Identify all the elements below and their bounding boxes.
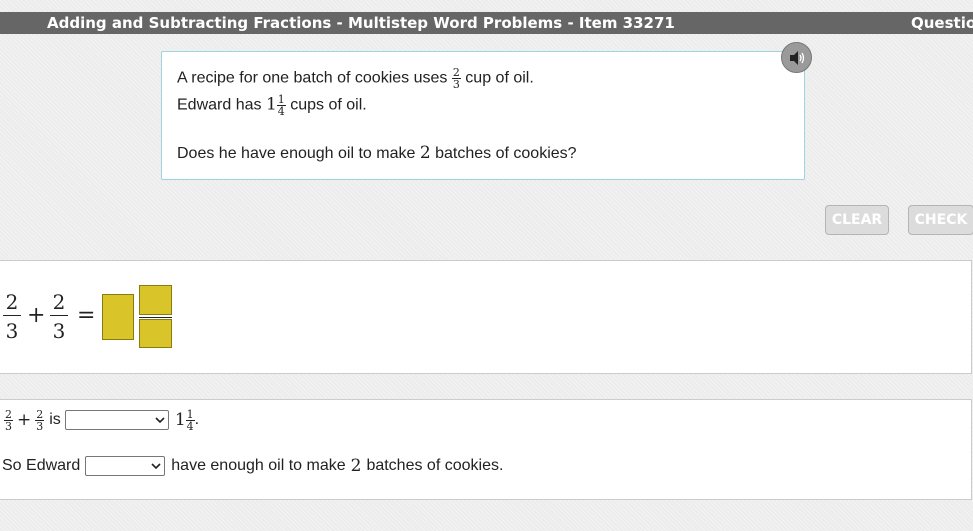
is-text: is xyxy=(49,411,61,428)
fraction-two-thirds: 2 3 xyxy=(451,67,461,91)
mixed-whole: 1 xyxy=(174,410,186,430)
period: . xyxy=(194,411,200,428)
speaker-icon xyxy=(789,50,804,65)
denominator-answer-box[interactable] xyxy=(139,319,172,348)
comparison-panel: 2 3 + 2 3 is 1 1 4 . So Edward have enou… xyxy=(0,399,972,500)
plus-sign: + xyxy=(27,303,46,328)
equals-sign: = xyxy=(77,303,96,328)
audio-button[interactable] xyxy=(781,42,812,73)
problem-text: Edward has xyxy=(177,96,262,114)
numerator: 2 xyxy=(4,407,13,421)
conclusion-select[interactable] xyxy=(85,456,166,476)
comparison-fraction-2: 2 3 xyxy=(35,407,45,433)
whole-number-answer-box[interactable] xyxy=(102,294,134,340)
mixed-whole: 1 xyxy=(265,94,277,115)
problem-line-3: Does he have enough oil to make 2 batche… xyxy=(177,143,577,163)
denominator: 3 xyxy=(5,319,19,343)
problem-line-2: Edward has 1 1 4 cups of oil. xyxy=(177,94,367,117)
equation-fraction-1: 2 3 xyxy=(3,289,21,343)
item-title: Adding and Subtracting Fractions - Multi… xyxy=(47,14,675,32)
problem-text: A recipe for one batch of cookies uses xyxy=(177,69,448,87)
plus-sign: + xyxy=(17,410,32,430)
equation-panel: 2 3 + 2 3 = xyxy=(0,260,972,374)
denominator: 3 xyxy=(52,319,66,343)
chevron-down-icon xyxy=(155,417,165,424)
comparison-row: 2 3 + 2 3 is 1 1 4 . xyxy=(4,405,199,435)
problem-text: cup of oil. xyxy=(465,69,534,87)
fraction-bar xyxy=(139,317,172,318)
problem-text: cups of oil. xyxy=(290,96,367,114)
numerator: 2 xyxy=(3,289,21,316)
numerator: 2 xyxy=(35,407,45,421)
denominator: 3 xyxy=(452,78,460,91)
problem-text: batches of cookies? xyxy=(435,145,577,162)
comparison-fraction-one-fourth: 1 4 xyxy=(185,407,195,433)
check-button[interactable]: CHECK xyxy=(908,205,973,235)
clear-button[interactable]: CLEAR xyxy=(825,205,889,235)
numerator: 2 xyxy=(50,289,68,316)
comparison-select[interactable] xyxy=(64,410,169,430)
chevron-down-icon xyxy=(151,463,161,470)
conclusion-middle: have enough oil to make xyxy=(171,457,346,474)
denominator: 4 xyxy=(277,105,285,118)
problem-text: Does he have enough oil to make xyxy=(177,145,416,162)
fraction-one-fourth: 1 4 xyxy=(276,94,286,118)
problem-line-1: A recipe for one batch of cookies uses 2… xyxy=(177,67,534,90)
denominator: 4 xyxy=(186,419,194,433)
comparison-fraction-1: 2 3 xyxy=(4,409,13,432)
denominator: 3 xyxy=(5,419,12,433)
numerator-answer-box[interactable] xyxy=(139,285,172,315)
denominator: 3 xyxy=(36,419,44,433)
conclusion-suffix: batches of cookies. xyxy=(366,457,504,474)
batch-count: 2 xyxy=(419,143,431,163)
problem-statement-panel: A recipe for one batch of cookies uses 2… xyxy=(161,51,805,180)
question-label: Question xyxy=(911,14,973,32)
conclusion-row: So Edward have enough oil to make 2 batc… xyxy=(2,455,503,477)
equation-fraction-2: 2 3 xyxy=(50,289,68,343)
batch-count: 2 xyxy=(350,456,362,476)
conclusion-prefix: So Edward xyxy=(2,457,81,474)
title-bar: Adding and Subtracting Fractions - Multi… xyxy=(0,12,973,34)
numerator: 1 xyxy=(185,407,195,421)
